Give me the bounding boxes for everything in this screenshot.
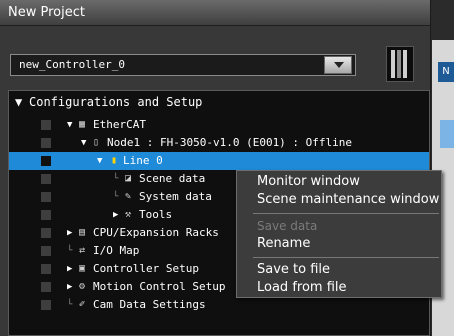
node-icon: ▯ bbox=[93, 137, 100, 148]
tree-item-label: Scene data bbox=[139, 172, 206, 185]
device-icon[interactable] bbox=[386, 46, 414, 82]
io-map-icon: ⇄ bbox=[79, 245, 86, 256]
menu-separator bbox=[253, 213, 439, 214]
tree-item-line0[interactable]: ▼ ▮ Line 0 bbox=[9, 152, 429, 170]
tree-connector-icon: └ bbox=[67, 246, 73, 256]
tree-item-label: Controller Setup bbox=[93, 262, 199, 275]
right-pane-tab[interactable]: N bbox=[438, 62, 454, 82]
triangle-right-icon[interactable]: ▶ bbox=[67, 224, 72, 242]
tree-connector-icon: └ bbox=[113, 174, 119, 184]
menu-separator bbox=[253, 257, 439, 258]
tree-item-label: Tools bbox=[139, 208, 173, 221]
menu-item-scene-maintenance-window[interactable]: Scene maintenance window bbox=[257, 192, 439, 208]
menu-item-rename[interactable]: Rename bbox=[257, 236, 310, 252]
triangle-down-icon[interactable]: ▼ bbox=[15, 93, 22, 111]
menu-item-save-to-file[interactable]: Save to file bbox=[257, 262, 330, 278]
ethercat-icon: ▦ bbox=[79, 119, 86, 130]
status-square bbox=[41, 264, 51, 274]
tree-root-label: Configurations and Setup bbox=[29, 95, 203, 109]
tree-item-label: CPU/Expansion Racks bbox=[93, 226, 219, 239]
right-pane-highlight bbox=[440, 120, 454, 148]
status-square bbox=[41, 156, 51, 166]
tree-connector-icon: └ bbox=[113, 192, 119, 202]
status-square bbox=[41, 228, 51, 238]
menu-item-save-data: Save data bbox=[257, 219, 318, 233]
system-data-icon: ✎ bbox=[125, 191, 132, 202]
status-square bbox=[41, 246, 51, 256]
tree-item-label: Line 0 bbox=[123, 154, 163, 167]
dropdown-arrow-icon[interactable] bbox=[324, 56, 352, 74]
tree-connector-icon: └ bbox=[67, 300, 73, 310]
status-square bbox=[41, 174, 51, 184]
menu-item-load-from-file[interactable]: Load from file bbox=[257, 280, 347, 296]
status-square bbox=[41, 192, 51, 202]
tree-item-label: Cam Data Settings bbox=[93, 298, 206, 311]
racks-icon: ▤ bbox=[79, 227, 86, 238]
panel-title: New Project bbox=[0, 0, 430, 26]
tree-root[interactable]: ▼ Configurations and Setup bbox=[9, 93, 429, 111]
tree-item-label: I/O Map bbox=[93, 244, 140, 257]
tree-item-cam-data[interactable]: └ ✐ Cam Data Settings bbox=[9, 296, 429, 314]
triangle-right-icon[interactable]: ▶ bbox=[113, 206, 118, 224]
tree-item-label: Motion Control Setup bbox=[93, 280, 226, 293]
tree-item-label: Node1 : FH-3050-v1.0 (E001) : Offline bbox=[107, 136, 353, 149]
triangle-down-icon[interactable]: ▼ bbox=[97, 152, 102, 170]
motion-control-icon: ⚙ bbox=[79, 281, 86, 292]
tree-item-label: System data bbox=[139, 190, 212, 203]
context-menu: Monitor window Scene maintenance window … bbox=[236, 170, 442, 298]
tools-icon: ⚒ bbox=[125, 209, 132, 220]
triangle-right-icon[interactable]: ▶ bbox=[67, 278, 72, 296]
tree-item-label: EtherCAT bbox=[93, 118, 146, 131]
controller-setup-icon: ▣ bbox=[79, 263, 86, 274]
triangle-down-icon[interactable]: ▼ bbox=[67, 116, 72, 134]
line-icon: ▮ bbox=[111, 155, 118, 166]
status-square bbox=[41, 210, 51, 220]
cam-data-icon: ✐ bbox=[79, 299, 86, 310]
controller-select[interactable]: new_Controller_0 bbox=[10, 54, 356, 76]
status-square bbox=[41, 120, 51, 130]
status-square bbox=[41, 300, 51, 310]
tree-item-node1[interactable]: ▼ ▯ Node1 : FH-3050-v1.0 (E001) : Offlin… bbox=[9, 134, 429, 152]
triangle-down-icon[interactable]: ▼ bbox=[81, 134, 86, 152]
status-square bbox=[41, 138, 51, 148]
right-pane-titlebar bbox=[432, 0, 454, 40]
menu-item-monitor-window[interactable]: Monitor window bbox=[257, 174, 360, 190]
status-square bbox=[41, 282, 51, 292]
scene-data-icon: ◪ bbox=[125, 173, 132, 184]
triangle-right-icon[interactable]: ▶ bbox=[67, 260, 72, 278]
tree-item-ethercat[interactable]: ▼ ▦ EtherCAT bbox=[9, 116, 429, 134]
